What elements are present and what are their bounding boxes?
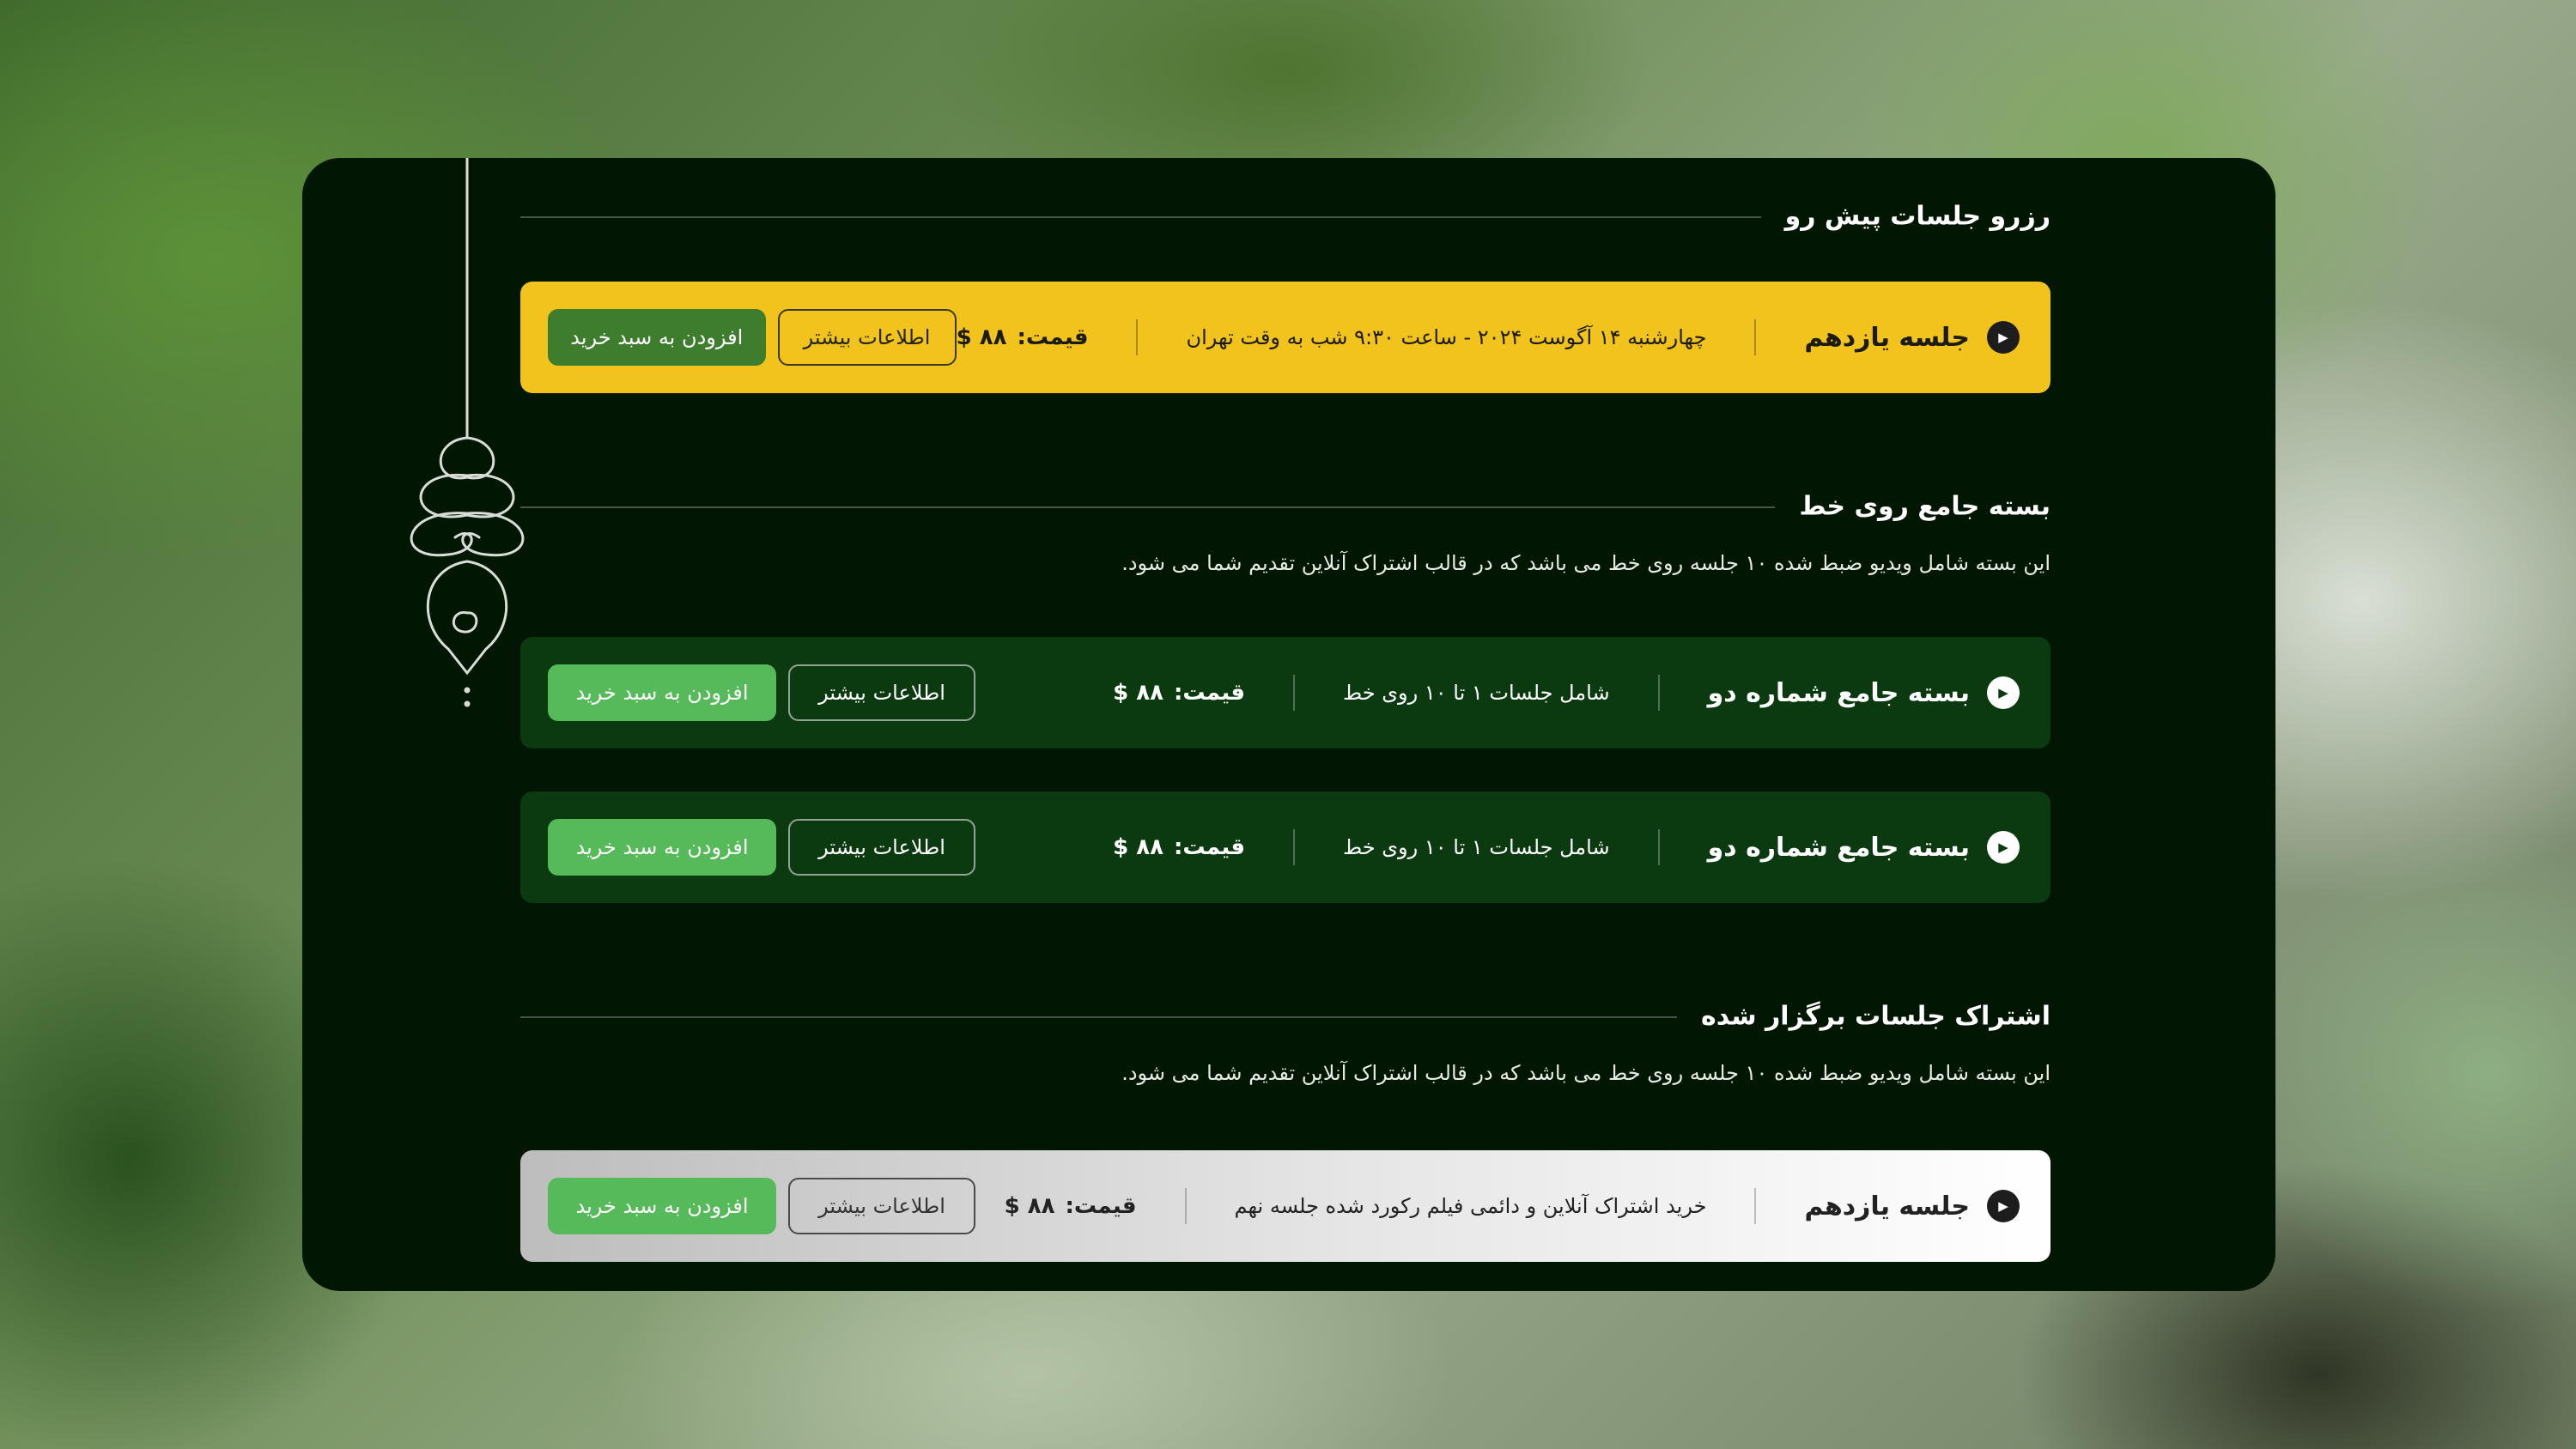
package-title: بسته جامع شماره دو bbox=[1707, 832, 1970, 863]
sessions-panel: رزرو جلسات پیش رو ▶ جلسه یازدهم چهارشنبه… bbox=[302, 158, 2275, 1291]
price: قیمت: $ ۸۸ bbox=[957, 324, 1089, 350]
session-date: چهارشنبه ۱۴ آگوست ۲۰۲۴ - ساعت ۹:۳۰ شب به… bbox=[1186, 325, 1707, 349]
play-icon[interactable]: ▶ bbox=[1987, 831, 2020, 864]
divider bbox=[1754, 319, 1757, 355]
price-label: قیمت: bbox=[1065, 1193, 1137, 1219]
divider bbox=[1754, 1188, 1757, 1224]
add-to-cart-button[interactable]: افزودن به سبد خرید bbox=[548, 1178, 776, 1234]
price-value: $ ۸۸ bbox=[1113, 834, 1163, 860]
package-card: ▶ بسته جامع شماره دو شامل جلسات ۱ تا ۱۰ … bbox=[520, 791, 2050, 903]
play-icon[interactable]: ▶ bbox=[1987, 321, 2020, 354]
section-title: اشتراک جلسات برگزار شده bbox=[1677, 1001, 2050, 1032]
divider bbox=[1657, 675, 1660, 711]
price: قیمت: $ ۸۸ bbox=[1113, 680, 1245, 706]
divider bbox=[1136, 319, 1139, 355]
section-description: این بسته شامل ویدیو ضبط شده ۱۰ جلسه روی … bbox=[1121, 551, 2050, 575]
subscription-description: خرید اشتراک آنلاین و دائمی فیلم رکورد شد… bbox=[1234, 1194, 1707, 1218]
price-value: $ ۸۸ bbox=[1004, 1193, 1055, 1219]
price: قیمت: $ ۸۸ bbox=[1113, 834, 1245, 860]
section-upcoming: رزرو جلسات پیش رو ▶ جلسه یازدهم چهارشنبه… bbox=[520, 191, 2050, 393]
add-to-cart-button[interactable]: افزودن به سبد خرید bbox=[548, 309, 766, 366]
more-info-button[interactable]: اطلاعات بیشتر bbox=[788, 819, 975, 876]
more-info-button[interactable]: اطلاعات بیشتر bbox=[788, 1178, 975, 1234]
more-info-button[interactable]: اطلاعات بیشتر bbox=[788, 664, 975, 721]
section-header: بسته جامع روی خط bbox=[520, 481, 2050, 532]
session-card: ▶ جلسه یازدهم چهارشنبه ۱۴ آگوست ۲۰۲۴ - س… bbox=[520, 282, 2050, 393]
section-online-package: بسته جامع روی خط این بسته شامل ویدیو ضبط… bbox=[520, 481, 2050, 903]
section-title: رزرو جلسات پیش رو bbox=[1760, 201, 2050, 232]
subscription-card: ▶ جلسه یازدهم خرید اشتراک آنلاین و دائمی… bbox=[520, 1150, 2050, 1262]
price-label: قیمت: bbox=[1174, 834, 1245, 860]
section-header: اشتراک جلسات برگزار شده bbox=[520, 991, 2050, 1042]
package-description: شامل جلسات ۱ تا ۱۰ روی خط bbox=[1343, 681, 1610, 705]
session-title: جلسه یازدهم bbox=[1804, 322, 1970, 353]
section-past-sessions: اشتراک جلسات برگزار شده این بسته شامل وی… bbox=[520, 991, 2050, 1262]
subscription-title: جلسه یازدهم bbox=[1804, 1191, 1970, 1222]
section-title: بسته جامع روی خط bbox=[1775, 491, 2050, 522]
play-icon[interactable]: ▶ bbox=[1987, 1190, 2020, 1222]
price: قیمت: $ ۸۸ bbox=[1005, 1193, 1137, 1219]
divider bbox=[1293, 829, 1295, 865]
add-to-cart-button[interactable]: افزودن به سبد خرید bbox=[548, 819, 776, 876]
play-icon[interactable]: ▶ bbox=[1987, 676, 2020, 709]
package-card: ▶ بسته جامع شماره دو شامل جلسات ۱ تا ۱۰ … bbox=[520, 637, 2050, 749]
divider bbox=[1657, 829, 1660, 865]
divider bbox=[1184, 1188, 1187, 1224]
section-description: این بسته شامل ویدیو ضبط شده ۱۰ جلسه روی … bbox=[1121, 1061, 2050, 1085]
section-header: رزرو جلسات پیش رو bbox=[520, 191, 2050, 242]
price-label: قیمت: bbox=[1174, 680, 1245, 706]
package-title: بسته جامع شماره دو bbox=[1707, 677, 1970, 708]
price-value: $ ۸۸ bbox=[956, 324, 1007, 350]
divider bbox=[1293, 675, 1295, 711]
add-to-cart-button[interactable]: افزودن به سبد خرید bbox=[548, 664, 776, 721]
package-description: شامل جلسات ۱ تا ۱۰ روی خط bbox=[1343, 835, 1610, 859]
more-info-button[interactable]: اطلاعات بیشتر bbox=[777, 309, 957, 366]
price-value: $ ۸۸ bbox=[1113, 680, 1163, 706]
price-label: قیمت: bbox=[1017, 324, 1089, 350]
